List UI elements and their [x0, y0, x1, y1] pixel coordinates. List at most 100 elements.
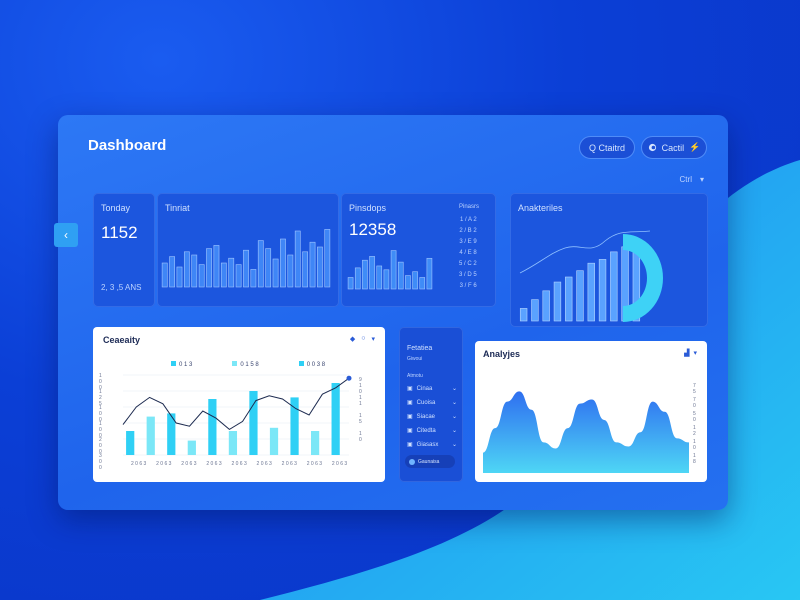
capacity-x-tick: 2 0 6 3	[282, 461, 298, 467]
search-button[interactable]: Q Ctaitrd	[579, 136, 635, 159]
revenue-bar-6	[390, 250, 397, 290]
today-footer: 2, 3 ,5 ANS	[101, 283, 142, 292]
today-label: Tonday	[101, 203, 131, 213]
dashboard-panel: Dashboard Q Ctaitrd Cactil ⚡ Ctrl ▾ ‹ To…	[54, 115, 728, 510]
chevron-down-icon: ⌄	[451, 428, 457, 434]
revenue-bar-3	[369, 256, 375, 290]
nav-item-label: Cinaa	[416, 385, 433, 392]
analytics-top-card: Anakteriles	[510, 193, 708, 327]
trend-bar-10	[235, 264, 242, 288]
nav-action-button[interactable]: Gaunaisa	[405, 455, 455, 468]
trend-bar-4	[191, 254, 198, 288]
trend-bar-13	[257, 240, 264, 288]
list-icon: ▣	[407, 428, 413, 434]
revenue-bar-8	[405, 275, 411, 290]
circle-icon	[409, 458, 415, 465]
nav-subtitle: Giwoui	[407, 356, 423, 362]
capacity-bar-1	[146, 416, 155, 455]
nav-action-label: Gaunaisa	[418, 458, 440, 465]
capacity-bar-3	[187, 440, 196, 455]
today-card: Tonday 1152 2, 3 ,5 ANS	[93, 193, 155, 307]
analytics-top-bar-5	[576, 270, 584, 322]
trend-bar-21	[317, 246, 323, 288]
nav-item-label: Citedta	[416, 427, 436, 434]
revenue-bar-9	[412, 271, 418, 290]
nav-item-label: Giasasx	[416, 441, 439, 448]
trend-bar-6	[206, 248, 212, 288]
capacity-line-point	[346, 375, 352, 381]
capacity-bar-9	[310, 431, 320, 455]
chevron-down-icon: ⌄	[451, 400, 457, 406]
capacity-bar-0	[126, 431, 135, 455]
revenue-bar-5	[383, 269, 390, 290]
trend-bar-5	[198, 264, 205, 288]
revenue-bar-chart	[347, 250, 433, 290]
revenue-bar-1	[354, 267, 361, 290]
revenue-bar-0	[347, 277, 354, 290]
nav-section: Atmotu	[407, 373, 423, 379]
capacity-x-tick: 2 0 6 3	[307, 461, 323, 467]
trend-bar-22	[324, 229, 331, 288]
filter-dropdown[interactable]: Ctrl ▾	[680, 175, 704, 184]
capacity-x-tick: 2 0 6 3	[156, 461, 172, 467]
trend-bar-18	[294, 230, 301, 288]
trend-bar-11	[243, 249, 249, 288]
analytics-area	[483, 391, 689, 473]
analytics-top-chart	[519, 230, 663, 322]
list-icon: ▣	[407, 386, 413, 392]
analytics-top-bar-8	[610, 251, 618, 322]
revenue-bar-7	[397, 261, 404, 290]
nav-item[interactable]: ▣ Citedta ⌄	[407, 427, 457, 435]
chevron-left-icon: ‹	[64, 228, 68, 242]
trend-bar-20	[309, 241, 316, 288]
settings-label: Cactil	[661, 142, 685, 153]
nav-title: Fetatiea	[407, 345, 433, 352]
capacity-x-tick: 2 0 6 3	[181, 461, 197, 467]
capacity-x-tick: 2 0 6 3	[231, 461, 247, 467]
trend-bar-17	[287, 254, 294, 288]
analytics-top-bar-1	[531, 299, 539, 322]
trend-bar-19	[302, 251, 309, 288]
nav-item[interactable]: ▣ Siacae ⌄	[407, 413, 457, 421]
revenue-bar-2	[362, 259, 368, 290]
trend-card: Tinriat	[157, 193, 339, 307]
nav-item[interactable]: ▣ Cuoisa ⌄	[407, 399, 457, 407]
capacity-bar-10	[331, 383, 340, 455]
chevron-down-icon: ▾	[699, 175, 704, 184]
trend-bar-1	[169, 256, 175, 288]
today-value: 1152	[101, 223, 138, 242]
nav-item-label: Cuoisa	[416, 399, 436, 406]
trend-bar-0	[161, 262, 168, 288]
chevron-down-icon: ⌄	[451, 386, 457, 392]
nav-item[interactable]: ▣ Cinaa ⌄	[407, 385, 457, 393]
list-icon: ▣	[407, 400, 413, 406]
capacity-line	[122, 377, 350, 431]
trend-bar-chart	[161, 229, 331, 288]
settings-button[interactable]: Cactil ⚡	[641, 136, 707, 159]
analytics-top-donut	[623, 234, 663, 322]
trend-bar-16	[280, 238, 286, 288]
analytics-top-bar-2	[542, 290, 550, 322]
analytics-card: Analyjes ▟ ▾ 7 57 05 01 21 01 8	[475, 341, 707, 482]
capacity-x-tick: 2 0 6 3	[131, 461, 147, 467]
trend-bar-12	[250, 269, 257, 288]
trend-bar-14	[265, 248, 272, 288]
capacity-bar-4	[208, 399, 217, 455]
filter-label: Ctrl	[679, 175, 692, 184]
list-icon: ▣	[407, 414, 413, 420]
capacity-bar-5	[228, 431, 238, 455]
trend-bar-3	[183, 251, 190, 288]
list-icon: ▣	[407, 442, 413, 448]
collapse-sidebar-button[interactable]: ‹	[54, 223, 78, 247]
capacity-card: Ceaeaity ◆ ○ ▾ 0 1 30 1 5 80 0 3 8 1 0 0…	[93, 327, 385, 482]
revenue-bar-4	[376, 265, 383, 290]
capacity-x-tick: 2 0 6 3	[257, 461, 273, 467]
search-label: Q Ctaitrd	[588, 142, 625, 153]
capacity-x-tick: 2 0 6 3	[206, 461, 222, 467]
nav-item[interactable]: ▣ Giasasx ⌄	[407, 441, 457, 449]
revenue-bar-11	[426, 257, 433, 290]
toggle-icon	[648, 143, 656, 152]
trend-bar-9	[228, 257, 235, 288]
chevron-down-icon: ⌄	[451, 414, 457, 420]
analytics-top-bar-7	[598, 259, 607, 322]
